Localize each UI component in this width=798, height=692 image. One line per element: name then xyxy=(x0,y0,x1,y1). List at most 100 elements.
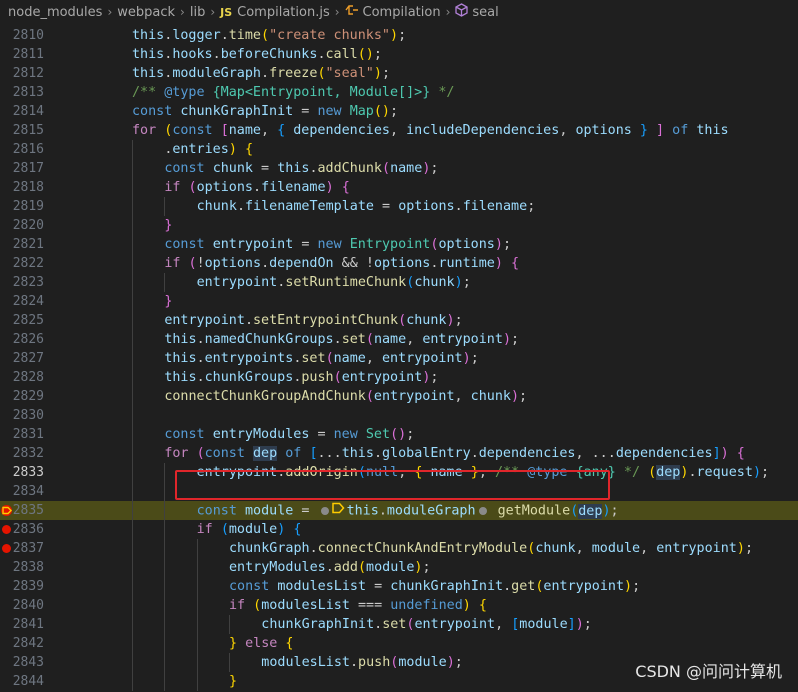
code-text: this.chunkGroups.push(entrypoint); xyxy=(164,368,438,387)
breadcrumb-item-file[interactable]: Compilation.js xyxy=(237,5,330,20)
code-line[interactable]: 2824} xyxy=(0,292,798,311)
code-token: ; xyxy=(454,655,463,670)
code-text: for (const dep of [...this.globalEntry.d… xyxy=(164,444,745,463)
code-token: ; xyxy=(373,47,382,62)
code-line[interactable]: 2828 this.chunkGroups.push(entrypoint); xyxy=(0,368,798,387)
code-text: chunkGraph.connectChunkAndEntryModule(ch… xyxy=(229,539,753,558)
code-token: [ xyxy=(309,446,318,461)
code-editor[interactable]: 2810 this.logger.time("create chunks"); 28… xyxy=(0,26,798,692)
code-token: const xyxy=(164,161,213,176)
code-token: modulesList xyxy=(261,598,350,613)
breadcrumb-item-method[interactable]: seal xyxy=(472,5,498,20)
code-token: ) xyxy=(736,541,745,556)
code-token: , xyxy=(559,123,576,138)
breadcrumb-item-class[interactable]: Compilation xyxy=(363,5,441,20)
current-breakpoint-icon[interactable] xyxy=(0,504,13,517)
code-token: connectChunkAndEntryModule xyxy=(317,541,528,556)
code-token: ) xyxy=(390,28,399,43)
code-line[interactable]: 2826 this.namedChunkGroups.set(name, entr… xyxy=(0,330,798,349)
code-line[interactable]: 2841 chunkGraphInit.set(entrypoint, [modu… xyxy=(0,615,798,634)
code-line[interactable]: 2815 for (const [name, { dependencies, in… xyxy=(0,121,798,140)
code-token: . xyxy=(317,47,326,62)
code-token: if xyxy=(228,598,254,613)
indent-guide xyxy=(132,178,133,197)
code-token: moduleGraph xyxy=(172,66,261,81)
code-token: null xyxy=(365,465,399,480)
inline-breakpoint-dot-icon[interactable] xyxy=(478,506,487,515)
code-token: . xyxy=(196,370,205,385)
code-line[interactable]: 2812 this.moduleGraph.freeze("seal"); xyxy=(0,64,798,83)
chevron-right-icon: › xyxy=(180,5,185,19)
chevron-right-icon: › xyxy=(107,5,113,19)
indent-guide xyxy=(164,634,166,653)
code-token: module xyxy=(366,560,415,575)
code-line[interactable]: 2837 chunkGraph.connectChunkAndEntryModul… xyxy=(0,539,798,558)
code-token: ) xyxy=(510,389,520,404)
line-number: 2824 xyxy=(12,294,44,309)
code-line[interactable]: 2830 xyxy=(0,406,798,425)
code-token: ) xyxy=(624,579,633,594)
code-token: dependencies xyxy=(293,123,390,138)
code-token: = xyxy=(366,579,391,594)
code-token: = xyxy=(309,427,334,442)
code-line[interactable]: 2818 if (options.filename) { xyxy=(0,178,798,197)
breadcrumb-item-node-modules[interactable]: node_modules xyxy=(8,5,102,20)
code-line[interactable]: 2834 xyxy=(0,482,798,501)
code-line[interactable]: 2832 for (const dep of [...this.globalEnt… xyxy=(0,444,798,463)
code-token: add xyxy=(333,560,358,575)
code-line[interactable]: 2820} xyxy=(0,216,798,235)
breakpoint-icon[interactable] xyxy=(2,525,11,534)
code-token: "seal" xyxy=(325,66,374,81)
method-symbol-icon xyxy=(455,3,469,21)
code-token: push xyxy=(358,655,391,670)
code-line[interactable]: 2816 .entries) { xyxy=(0,140,798,159)
code-token: . xyxy=(253,180,262,195)
code-line[interactable]: 2838 entryModules.add(module); xyxy=(0,558,798,577)
code-line[interactable]: 2811 this.hooks.beforeChunks.call(); xyxy=(0,45,798,64)
code-token: { xyxy=(341,180,350,195)
code-token: . xyxy=(236,199,245,214)
indent-guide xyxy=(132,653,133,672)
code-line[interactable]: 2822 if (!options.dependOn && !options.ru… xyxy=(0,254,798,273)
code-line[interactable]: 2842} else { xyxy=(0,634,798,653)
code-token: entrypoints xyxy=(204,351,294,366)
breadcrumb-item-webpack[interactable]: webpack xyxy=(117,5,175,20)
code-line[interactable]: 2810 this.logger.time("create chunks"); xyxy=(0,26,798,45)
code-text: chunkGraphInit.set(entrypoint, [module])… xyxy=(261,615,592,634)
code-line[interactable]: 2835 const module = this.moduleGraph getM… xyxy=(0,501,798,520)
code-token: */ xyxy=(615,465,649,480)
code-line[interactable]: 2813 /** @type {Map<Entrypoint, Module[]>… xyxy=(0,83,798,102)
code-text: .entries) { xyxy=(164,140,253,159)
code-line[interactable]: 2819 chunk.filenameTemplate = options.fil… xyxy=(0,197,798,216)
code-line[interactable]: 2829 connectChunkGroupAndChunk(entrypoint… xyxy=(0,387,798,406)
breadcrumb-item-lib[interactable]: lib xyxy=(190,5,205,20)
code-line[interactable]: 2825 entrypoint.setEntrypointChunk(chunk)… xyxy=(0,311,798,330)
code-line[interactable]: 2831 const entryModules = new Set(); xyxy=(0,425,798,444)
inline-breakpoint-dot-icon[interactable] xyxy=(320,506,329,515)
code-line[interactable]: 2823 entrypoint.setRuntimeChunk(chunk); xyxy=(0,273,798,292)
code-line[interactable]: 2839 const modulesList = chunkGraphInit.g… xyxy=(0,577,798,596)
indent-guide xyxy=(164,577,166,596)
code-line[interactable]: 2821 const entrypoint = new Entrypoint(op… xyxy=(0,235,798,254)
code-line[interactable]: 2840 if (modulesList === undefined) { xyxy=(0,596,798,615)
code-line[interactable]: 2833 entrypoint.addOrigin(null, { name },… xyxy=(0,463,798,482)
code-token: dependOn xyxy=(269,256,334,271)
code-line[interactable]: 2817 const chunk = this.addChunk(name); xyxy=(0,159,798,178)
line-number: 2826 xyxy=(12,332,44,347)
line-number: 2839 xyxy=(12,579,44,594)
chevron-right-icon: › xyxy=(445,5,451,19)
code-token: { xyxy=(285,636,294,651)
line-number: 2812 xyxy=(12,66,44,81)
line-number: 2843 xyxy=(12,655,44,670)
code-token: , xyxy=(398,465,415,480)
breakpoint-icon[interactable] xyxy=(2,544,11,553)
code-line[interactable]: 2814 const chunkGraphInit = new Map(); xyxy=(0,102,798,121)
code-token: ( xyxy=(196,446,205,461)
indent-guide xyxy=(196,653,198,672)
indent-guide xyxy=(132,330,133,349)
code-token: getModule xyxy=(497,503,571,519)
code-line[interactable]: 2836 if (module) { xyxy=(0,520,798,539)
code-token: ) xyxy=(462,598,471,613)
code-line[interactable]: 2827 this.entrypoints.set(name, entrypoin… xyxy=(0,349,798,368)
